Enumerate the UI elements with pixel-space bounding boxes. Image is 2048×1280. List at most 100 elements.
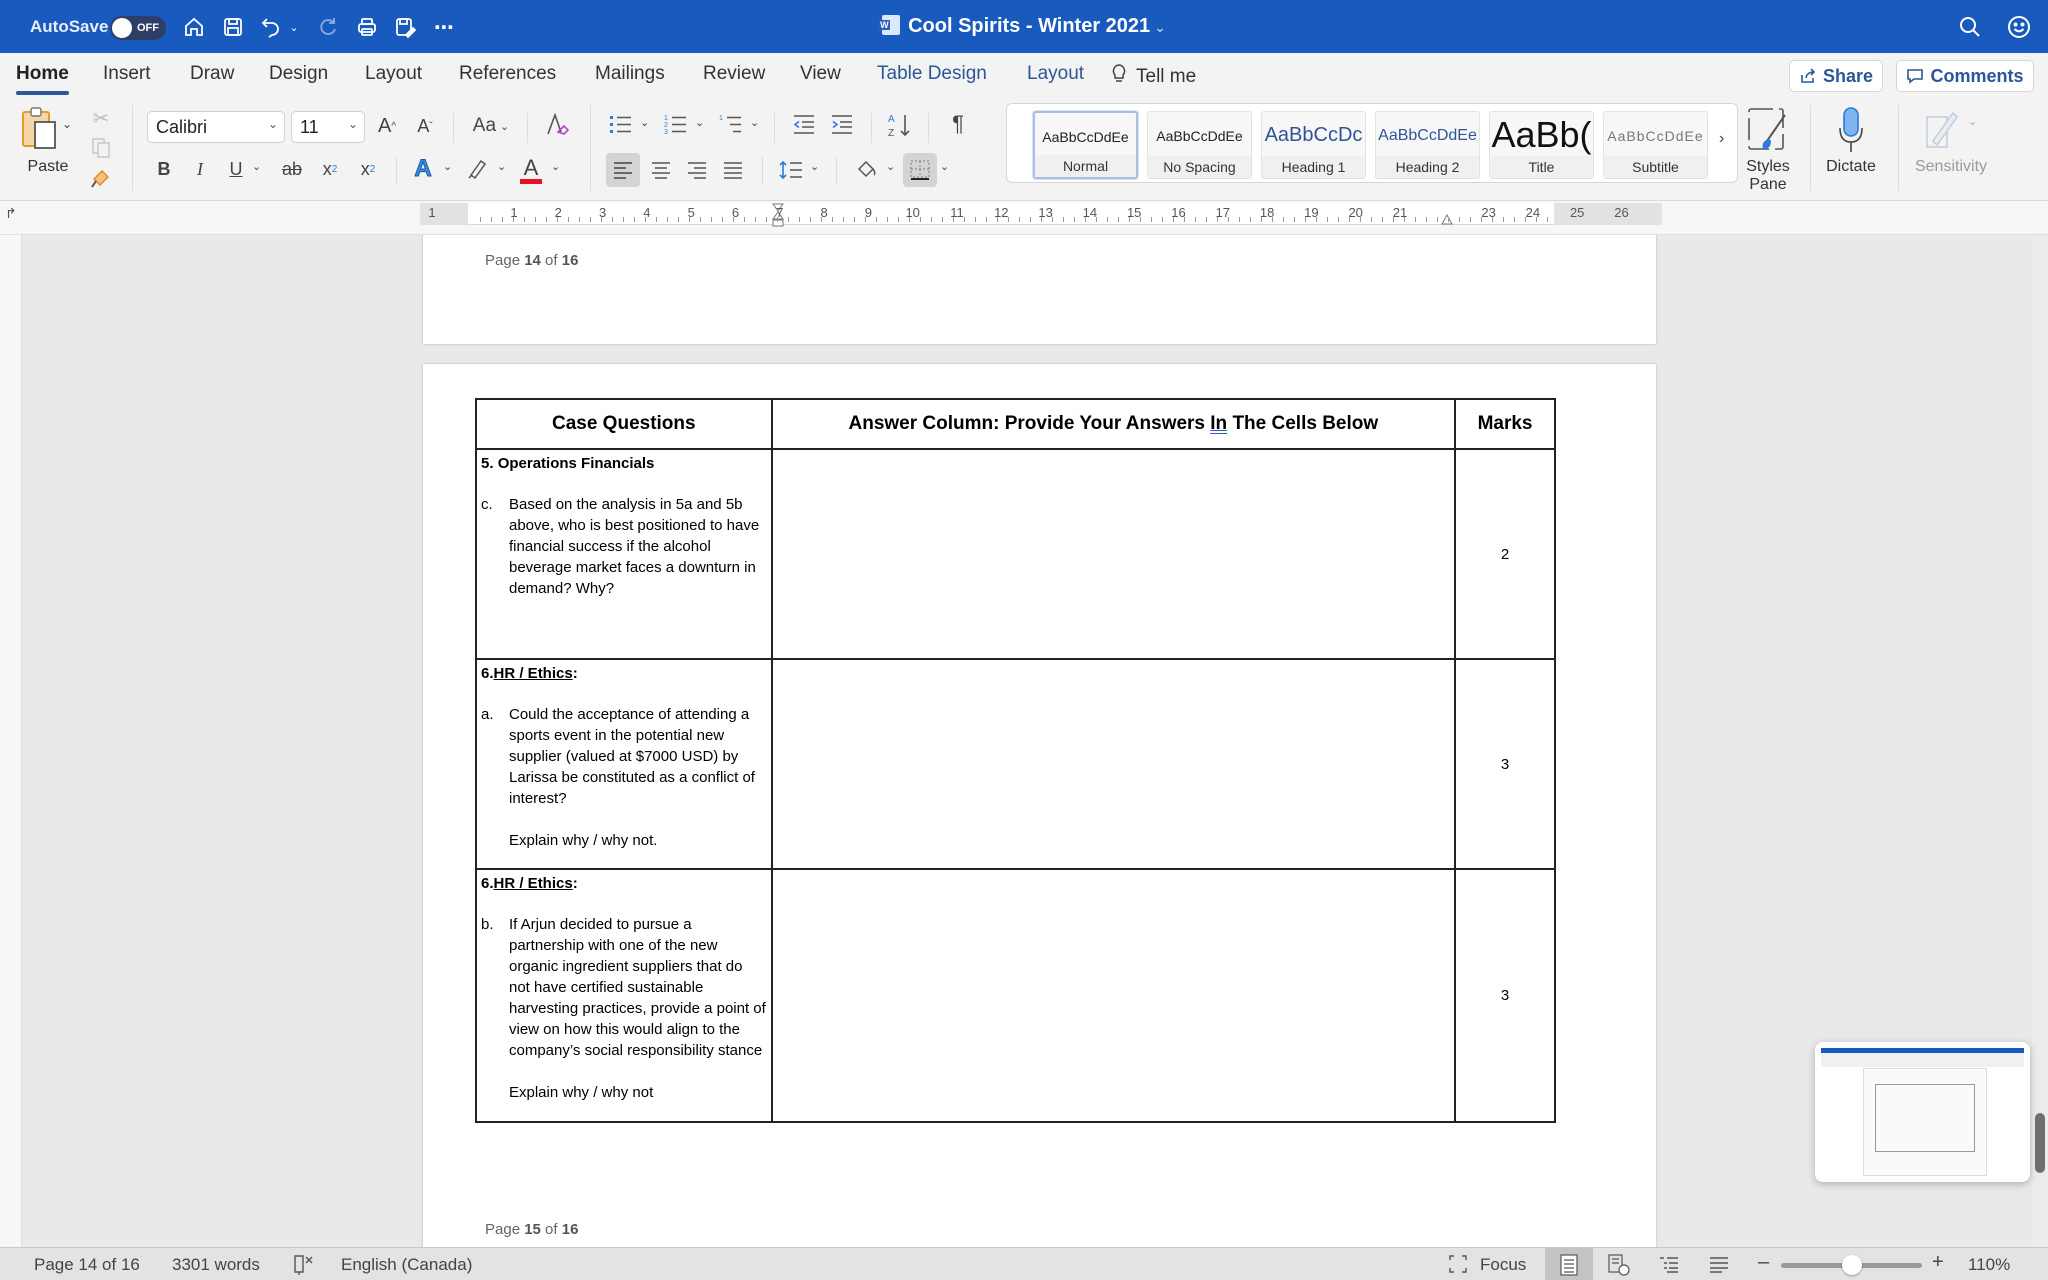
highlight-icon[interactable] <box>464 153 490 185</box>
proofing-icon[interactable] <box>292 1253 314 1280</box>
font-size-select[interactable]: 11 ⌄ <box>291 111 365 143</box>
show-formatting-marks-icon[interactable]: ¶ <box>944 109 972 139</box>
shading-icon[interactable] <box>852 153 880 187</box>
underline-button[interactable]: U <box>224 154 248 184</box>
highlight-dropdown-icon[interactable]: ⌄ <box>497 160 506 173</box>
home-icon[interactable] <box>180 13 208 41</box>
microphone-icon[interactable] <box>1836 105 1866 155</box>
justify-button[interactable] <box>717 153 749 187</box>
style-normal[interactable]: AaBbCcDdEe Normal <box>1033 111 1138 179</box>
tab-table-design[interactable]: Table Design <box>877 63 987 85</box>
focus-button[interactable]: Focus <box>1480 1255 1526 1275</box>
undo-dropdown-icon[interactable]: ⌄ <box>287 13 301 41</box>
increase-font-size-icon[interactable]: A ^ <box>374 111 400 141</box>
format-painter-icon[interactable] <box>88 165 114 191</box>
tab-review[interactable]: Review <box>703 63 765 85</box>
web-layout-view-button[interactable] <box>1595 1248 1643 1280</box>
undo-icon[interactable] <box>257 13 285 41</box>
outline-view-button[interactable] <box>1645 1248 1693 1280</box>
change-case-button[interactable]: Aa ⌄ <box>467 111 515 141</box>
zoom-slider-knob[interactable] <box>1842 1255 1862 1275</box>
focus-icon[interactable] <box>1448 1254 1468 1279</box>
sort-icon[interactable]: AZ <box>885 109 915 141</box>
line-spacing-dropdown-icon[interactable]: ⌄ <box>810 160 819 173</box>
font-color-dropdown-icon[interactable]: ⌄ <box>551 160 560 173</box>
increase-indent-icon[interactable] <box>828 109 856 139</box>
word-count[interactable]: 3301 words <box>172 1255 260 1275</box>
tab-design[interactable]: Design <box>269 63 328 85</box>
borders-button[interactable] <box>903 153 937 187</box>
search-icon[interactable] <box>1957 14 1983 40</box>
style-heading-1[interactable]: AaBbCcDc Heading 1 <box>1261 111 1366 179</box>
language[interactable]: English (Canada) <box>341 1255 472 1275</box>
style-title[interactable]: AaBb( Title <box>1489 111 1594 179</box>
numbering-icon[interactable]: 123 <box>662 109 690 139</box>
paste-button[interactable] <box>20 107 60 151</box>
answer-cell[interactable] <box>770 868 1457 1123</box>
align-center-button[interactable] <box>645 153 677 187</box>
tell-me[interactable]: Tell me <box>1110 63 1196 88</box>
subscript-button[interactable]: x2 <box>318 154 342 184</box>
font-name-select[interactable]: Calibri ⌄ <box>147 111 285 143</box>
tab-table-layout[interactable]: Layout <box>1027 63 1084 85</box>
zoom-level[interactable]: 110% <box>1968 1255 2010 1275</box>
tab-layout[interactable]: Layout <box>365 63 422 85</box>
align-left-button[interactable] <box>606 153 640 187</box>
clear-formatting-icon[interactable] <box>542 109 572 141</box>
scrollbar-thumb[interactable] <box>2035 1113 2045 1173</box>
answer-cell[interactable] <box>770 658 1457 870</box>
grammar-flagged-word[interactable]: In <box>1210 413 1227 434</box>
bullets-dropdown-icon[interactable]: ⌄ <box>640 116 649 129</box>
answer-cell[interactable] <box>770 448 1457 660</box>
tab-home[interactable]: Home <box>16 63 69 95</box>
font-color-icon[interactable]: A <box>518 153 544 185</box>
tab-view[interactable]: View <box>800 63 841 85</box>
borders-dropdown-icon[interactable]: ⌄ <box>940 160 949 173</box>
draft-view-button[interactable] <box>1695 1248 1743 1280</box>
vertical-scrollbar[interactable] <box>2032 235 2048 1247</box>
tab-draw[interactable]: Draw <box>190 63 234 85</box>
shading-dropdown-icon[interactable]: ⌄ <box>886 160 895 173</box>
tab-insert[interactable]: Insert <box>103 63 151 85</box>
page-count[interactable]: Page 14 of 16 <box>34 1255 140 1275</box>
style-subtitle[interactable]: AaBbCcDdEe Subtitle <box>1603 111 1708 179</box>
gallery-next-icon[interactable]: › <box>1719 130 1724 148</box>
italic-button[interactable]: I <box>188 154 212 184</box>
save-icon[interactable] <box>219 13 247 41</box>
screenshot-thumbnail-preview[interactable] <box>1815 1042 2030 1182</box>
tab-references[interactable]: References <box>459 63 556 85</box>
tab-mailings[interactable]: Mailings <box>595 63 665 85</box>
bold-button[interactable]: B <box>152 154 176 184</box>
decrease-font-size-icon[interactable]: Aˇ <box>412 111 438 141</box>
underline-dropdown-icon[interactable]: ⌄ <box>252 160 261 173</box>
align-right-button[interactable] <box>681 153 713 187</box>
multilevel-dropdown-icon[interactable]: ⌄ <box>750 116 759 129</box>
line-spacing-icon[interactable] <box>776 153 806 187</box>
question-cell[interactable]: 6.HR / Ethics: b. If Arjun decided to pur… <box>475 868 773 1123</box>
zoom-in-button[interactable]: + <box>1932 1251 1944 1274</box>
print-layout-view-button[interactable] <box>1545 1248 1593 1280</box>
right-indent-marker[interactable] <box>1441 211 1453 225</box>
text-effects-dropdown-icon[interactable]: ⌄ <box>443 160 452 173</box>
paste-dropdown-icon[interactable]: ⌄ <box>62 117 72 131</box>
text-effects-icon[interactable]: A <box>410 153 436 185</box>
print-icon[interactable] <box>353 13 381 41</box>
autosave-toggle[interactable]: OFF <box>110 16 166 40</box>
question-cell[interactable]: 6.HR / Ethics: a. Could the acceptance of… <box>475 658 773 870</box>
numbering-dropdown-icon[interactable]: ⌄ <box>695 116 704 129</box>
more-icon[interactable]: ⋯ <box>430 13 458 41</box>
question-cell[interactable]: 5. Operations Financials c. Based on the … <box>475 448 773 660</box>
decrease-indent-icon[interactable] <box>790 109 818 139</box>
zoom-out-button[interactable]: – <box>1758 1251 1769 1274</box>
strikethrough-button[interactable]: ab <box>279 154 305 184</box>
chevron-down-icon[interactable]: ⌄ <box>1154 19 1166 35</box>
comments-button[interactable]: Comments <box>1896 60 2034 92</box>
superscript-button[interactable]: x2 <box>356 154 380 184</box>
save-as-edit-icon[interactable] <box>391 13 419 41</box>
feedback-smiley-icon[interactable] <box>2006 14 2032 40</box>
style-heading-2[interactable]: AaBbCcDdEe Heading 2 <box>1375 111 1480 179</box>
tab-stop-selector-icon[interactable]: ↱ <box>5 205 17 222</box>
style-no-spacing[interactable]: AaBbCcDdEe No Spacing <box>1147 111 1252 179</box>
horizontal-ruler[interactable]: 1 1 2 3 4 5 6 7 8 9 10 11 12 13 14 15 16 17 18 19 20 21 23 24 25… <box>420 203 1662 227</box>
styles-pane-icon[interactable] <box>1746 105 1790 155</box>
